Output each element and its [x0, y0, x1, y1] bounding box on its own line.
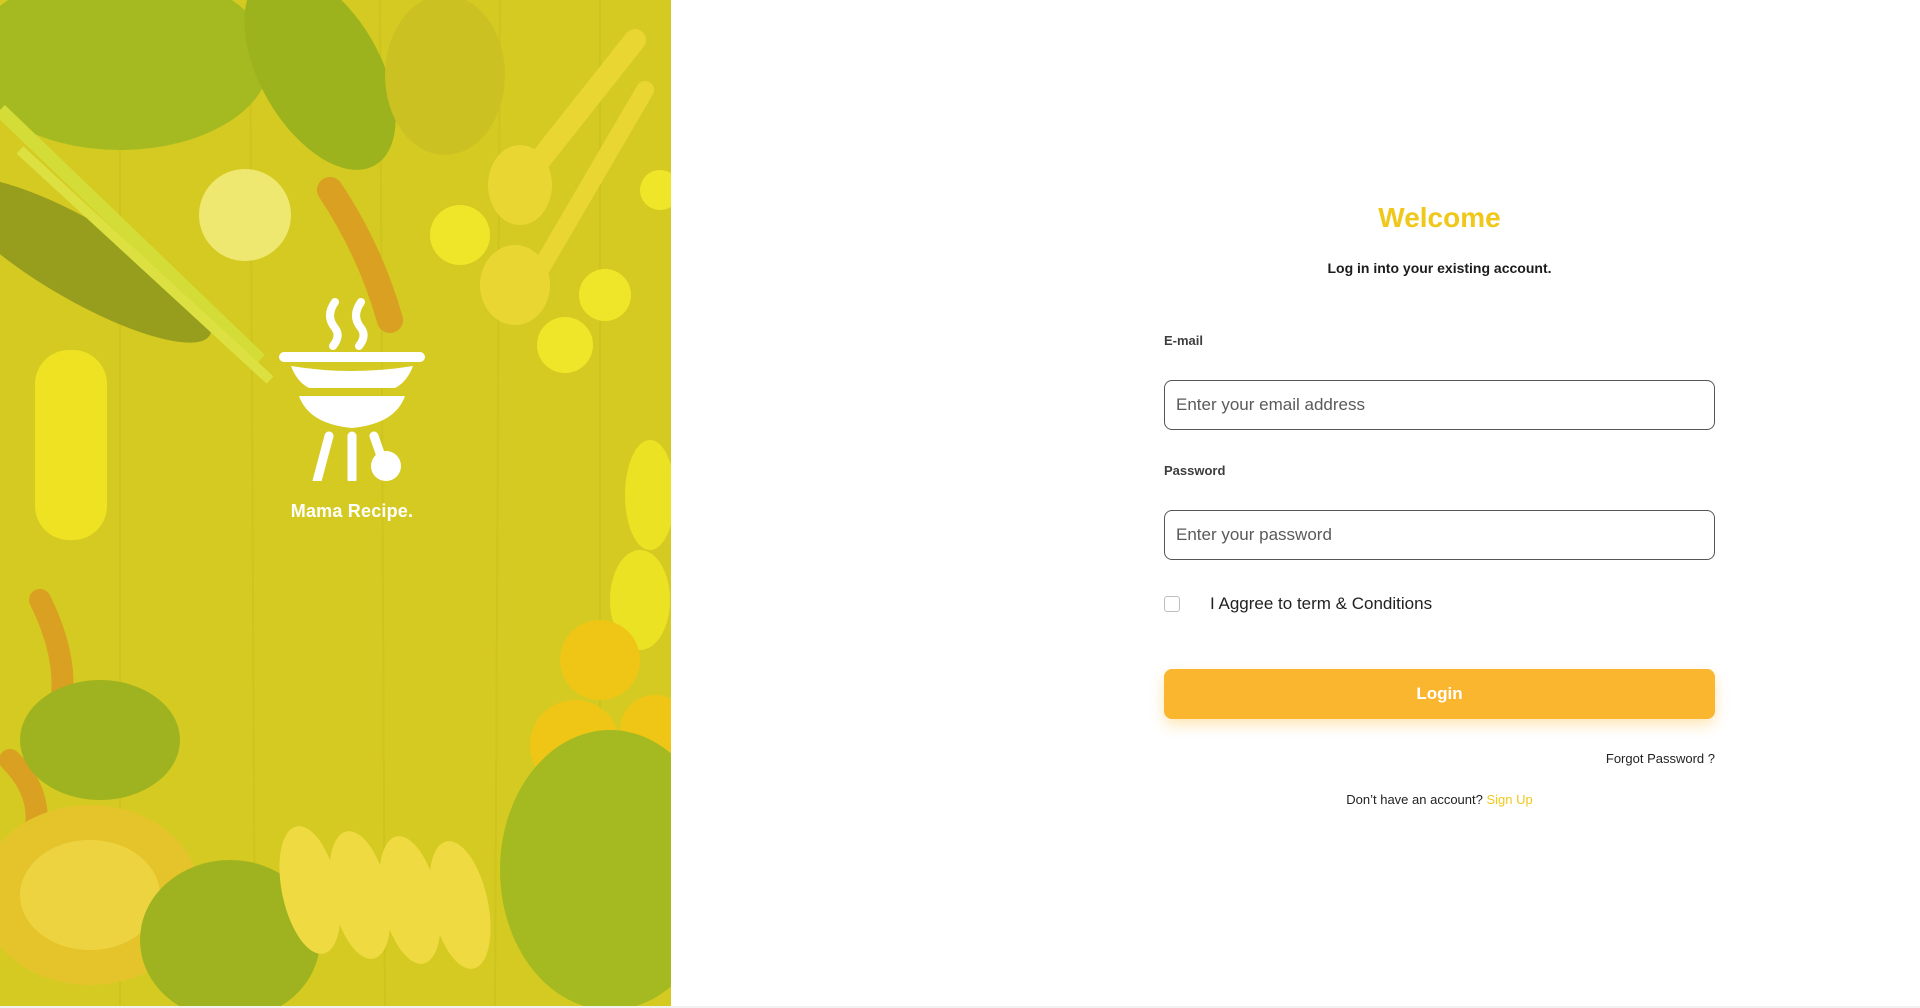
email-label: E-mail [1164, 333, 1204, 348]
password-label: Password [1164, 463, 1226, 478]
signup-link[interactable]: Sign Up [1486, 792, 1532, 807]
login-button[interactable]: Login [1164, 669, 1715, 719]
brand-name: Mama Recipe. [290, 501, 414, 521]
password-field[interactable] [1164, 510, 1715, 560]
brand: Mama Recipe. [236, 296, 468, 522]
email-field[interactable] [1164, 380, 1715, 430]
login-page: Mama Recipe. Welcome Log in into your ex… [0, 0, 1920, 1008]
hero-panel: Mama Recipe. [0, 0, 671, 1006]
login-subtitle: Log in into your existing account. [1327, 260, 1552, 276]
welcome-title: Welcome [1378, 202, 1501, 233]
grill-icon [279, 298, 425, 481]
terms-label[interactable]: I Aggree to term & Conditions [1210, 594, 1432, 614]
terms-agreement: I Aggree to term & Conditions [1164, 594, 1715, 614]
signup-prompt: Don’t have an account? Sign Up [1164, 792, 1715, 807]
login-form: Welcome Log in into your existing accoun… [1164, 196, 1715, 807]
terms-checkbox[interactable] [1164, 596, 1180, 612]
forgot-password-link[interactable]: Forgot Password ? [1164, 751, 1715, 766]
no-account-text: Don’t have an account? [1346, 792, 1483, 807]
